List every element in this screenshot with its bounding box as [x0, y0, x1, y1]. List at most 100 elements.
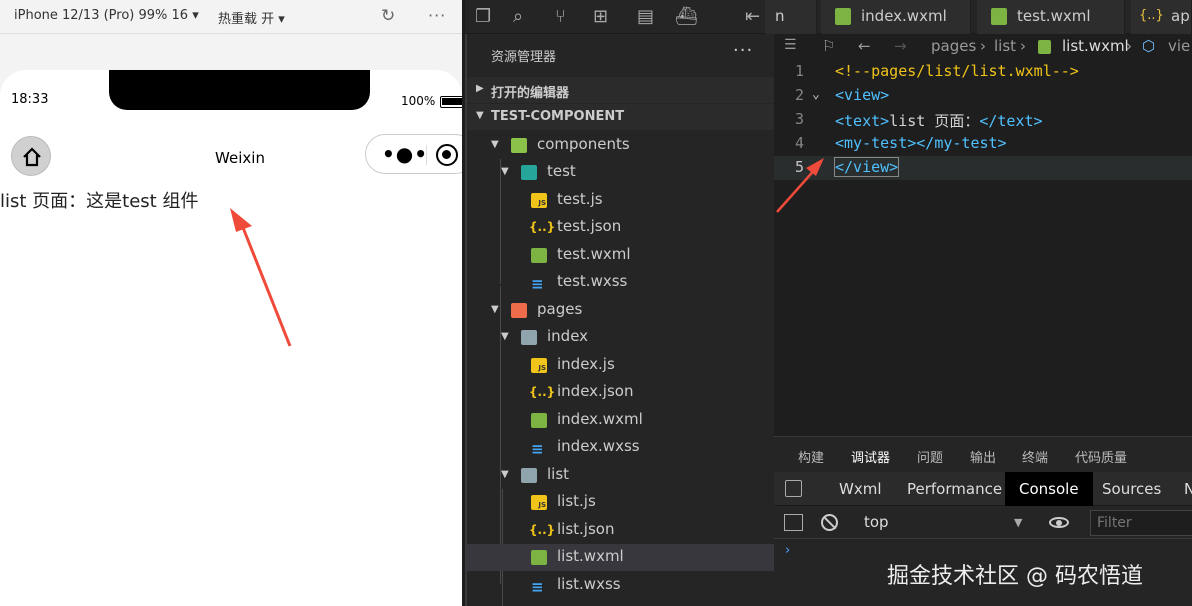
panel-tab-build[interactable]: 构建: [798, 447, 824, 466]
tree-file-list-json[interactable]: {..} list.json: [467, 517, 776, 544]
devtools-tab-more[interactable]: N: [1184, 472, 1192, 506]
more-dots-icon[interactable]: •●•: [382, 142, 428, 166]
fold-chevron-icon[interactable]: ⌄: [812, 87, 820, 102]
phone-screen: 18:33 100% Weixin •●• list 页面：这是test 组件: [0, 70, 462, 606]
breadcrumb-item[interactable]: list: [994, 37, 1016, 55]
breadcrumb-item[interactable]: list.wxml: [1062, 37, 1129, 55]
tree-file-index-wxml[interactable]: index.wxml: [467, 407, 776, 434]
tree-folder-test[interactable]: ▼ test: [467, 159, 776, 186]
collapse-panel-icon[interactable]: ⇤: [745, 6, 760, 27]
search-icon[interactable]: ⌕: [513, 6, 523, 27]
home-button[interactable]: [11, 136, 51, 176]
tree-label: pages: [537, 300, 583, 318]
panel-tab-code-quality[interactable]: 代码质量: [1075, 447, 1127, 466]
tree-label: test.wxss: [557, 272, 628, 290]
more-icon[interactable]: ···: [733, 40, 753, 61]
breadcrumb-item[interactable]: pages: [931, 37, 976, 55]
section-open-editors[interactable]: ▶ 打开的编辑器: [467, 77, 776, 103]
json-file-icon: {..}: [1139, 8, 1164, 23]
folder-icon: [521, 165, 537, 180]
sidebar-toggle-icon[interactable]: [784, 514, 803, 531]
hot-reload-toggle[interactable]: 热重载 开 ▾: [218, 8, 285, 27]
chevron-down-icon: ▼: [501, 469, 509, 480]
wxss-file-icon: ≡: [531, 275, 544, 293]
explorer-icon[interactable]: ❐: [475, 6, 491, 27]
code-line[interactable]: 3 <text>list 页面：</text>: [774, 108, 1192, 132]
capsule-menu[interactable]: •●•: [365, 134, 462, 174]
list-icon[interactable]: ☰: [784, 37, 797, 53]
tab-test-wxml[interactable]: test.wxml: [977, 0, 1125, 34]
tree-file-index-js[interactable]: JS index.js: [467, 352, 776, 379]
panel-tab-terminal[interactable]: 终端: [1022, 447, 1048, 466]
back-arrow-icon[interactable]: ←: [858, 37, 871, 55]
tree-label: test.wxml: [557, 245, 631, 263]
code-text: </view>: [833, 157, 900, 177]
tree-folder-pages[interactable]: ▼ pages: [467, 297, 776, 324]
filter-input[interactable]: [1090, 510, 1192, 536]
tree-folder-components[interactable]: ▼ components: [467, 132, 776, 159]
code-line[interactable]: 1 <!--pages/list/list.wxml-->: [774, 60, 1192, 84]
tree-file-index-json[interactable]: {..} index.json: [467, 379, 776, 406]
clear-console-icon[interactable]: [821, 514, 838, 531]
tree-file-list-wxml[interactable]: list.wxml: [467, 544, 776, 571]
tree-label: list.wxml: [557, 547, 624, 565]
tree-file-test-json[interactable]: {..} test.json: [467, 214, 776, 241]
breadcrumb-item[interactable]: vie: [1168, 37, 1190, 55]
chevron-right-icon: ›: [1126, 37, 1132, 55]
extensions-icon[interactable]: ⊞: [593, 6, 608, 27]
tree-folder-index[interactable]: ▼ index: [467, 324, 776, 351]
context-selector[interactable]: top: [864, 513, 889, 531]
panel-tab-output[interactable]: 输出: [970, 447, 996, 466]
tree-file-index-wxss[interactable]: ≡ index.wxss: [467, 434, 776, 461]
bookmark-icon[interactable]: ⚐: [822, 37, 835, 55]
wxss-file-icon: ≡: [531, 440, 544, 458]
code-line-current[interactable]: 5 </view>: [774, 156, 1192, 180]
code-editor[interactable]: ☰ ⚐ ← → pages › list › list.wxml › ⬡ vie…: [774, 34, 1192, 436]
device-selector[interactable]: iPhone 12/13 (Pro) 99% 16 ▾: [14, 8, 199, 23]
devtools-tab-wxml[interactable]: Wxml: [839, 472, 882, 506]
code-line[interactable]: 4 <my-test></my-test>: [774, 132, 1192, 156]
forward-arrow-icon[interactable]: →: [894, 37, 907, 55]
tree-label: index.wxml: [557, 410, 643, 428]
code-open-tag: <text>: [835, 112, 890, 130]
devtools-tab-console[interactable]: Console: [1005, 472, 1093, 506]
tree-file-list-js[interactable]: JS list.js: [467, 489, 776, 516]
code-line[interactable]: 2 ⌄ <view>: [774, 84, 1192, 108]
line-number: 2: [794, 86, 804, 104]
section-label: 打开的编辑器: [491, 86, 570, 101]
more-icon[interactable]: ···: [428, 6, 446, 25]
capsule-divider: [426, 145, 427, 165]
panel-tab-problems[interactable]: 问题: [917, 447, 943, 466]
tab-app-json[interactable]: {..} app: [1131, 0, 1192, 34]
explorer-title: 资源管理器: [491, 50, 557, 65]
js-file-icon: JS: [531, 358, 547, 373]
watermark: 掘金技术社区 @ 码农悟道: [887, 564, 1143, 589]
tree-file-test-js[interactable]: JS test.js: [467, 187, 776, 214]
eye-icon[interactable]: [1049, 517, 1069, 528]
section-project[interactable]: ▼ TEST-COMPONENT: [467, 104, 776, 130]
console-prompt[interactable]: ›: [785, 543, 790, 558]
tree-file-test-wxml[interactable]: test.wxml: [467, 242, 776, 269]
tab-index-wxml[interactable]: index.wxml: [821, 0, 971, 34]
save-icon[interactable]: ▤: [637, 6, 654, 27]
devtools-tab-sources[interactable]: Sources: [1102, 472, 1161, 506]
close-target-icon[interactable]: [436, 144, 458, 166]
docker-icon[interactable]: ⛴: [675, 6, 698, 27]
tree-label: index: [547, 327, 589, 345]
code-content: list 页面：: [889, 112, 980, 130]
chevron-down-icon: ▼: [476, 110, 484, 121]
tab-partial[interactable]: n: [765, 0, 817, 34]
tab-label: app: [1171, 7, 1191, 25]
inspect-icon[interactable]: [785, 480, 802, 497]
tree-file-test-wxss[interactable]: ≡ test.wxss: [467, 269, 776, 296]
panel-tab-debugger[interactable]: 调试器: [851, 447, 891, 476]
devtools-tab-performance[interactable]: Performance: [907, 472, 1002, 506]
refresh-icon[interactable]: ↻: [381, 6, 395, 26]
code-close-tag: </text>: [979, 112, 1043, 130]
tree-file-list-wxss[interactable]: ≡ list.wxss: [467, 572, 776, 599]
source-control-icon[interactable]: ⑂: [555, 6, 566, 27]
chevron-down-icon[interactable]: ▼: [1014, 516, 1022, 529]
chevron-down-icon: ▼: [491, 304, 499, 315]
tree-folder-list[interactable]: ▼ list: [467, 462, 776, 489]
tree-label: list: [547, 465, 570, 483]
